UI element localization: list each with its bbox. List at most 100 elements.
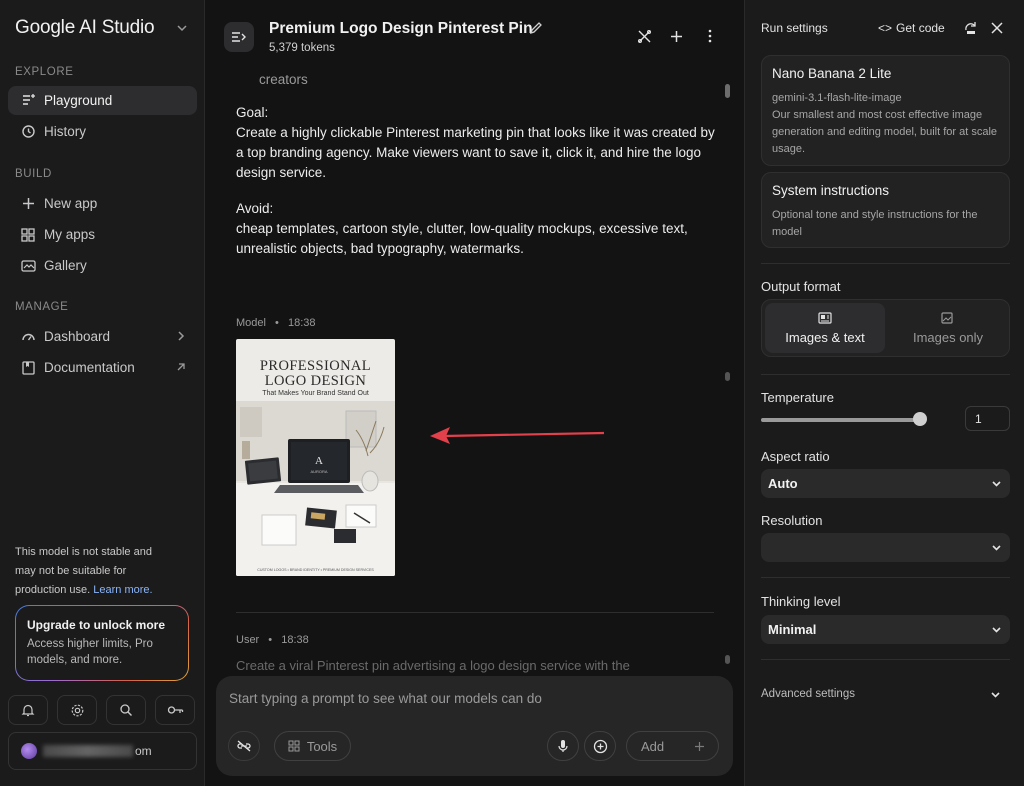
prompt-title[interactable]: Premium Logo Design Pinterest Pin: [269, 20, 533, 38]
aspect-ratio-select[interactable]: Auto: [761, 469, 1010, 498]
sidebar-item-gallery[interactable]: Gallery: [8, 251, 197, 280]
role-label: Model: [236, 317, 266, 329]
tools-label: Tools: [306, 738, 338, 754]
get-code-button[interactable]: <> Get code: [878, 21, 945, 35]
scrollbar-thumb-top[interactable]: [725, 84, 730, 98]
get-code-label: Get code: [896, 21, 945, 35]
images-only-option[interactable]: Images only: [888, 303, 1008, 353]
notifications-button[interactable]: [8, 695, 48, 725]
temperature-label: Temperature: [761, 390, 834, 405]
microphone-button[interactable]: [547, 731, 579, 761]
temperature-slider-track[interactable]: [761, 418, 919, 422]
upgrade-card[interactable]: Upgrade to unlock more Access higher lim…: [15, 605, 189, 681]
scrollbar-marker[interactable]: [725, 372, 730, 381]
panel-title: Run settings: [761, 21, 828, 35]
link-off-icon: [237, 740, 251, 752]
sidebar-item-playground[interactable]: Playground: [8, 86, 197, 115]
goal-text: Create a highly clickable Pinterest mark…: [236, 125, 715, 180]
section-label-build: BUILD: [15, 168, 52, 180]
sidebar-item-my-apps[interactable]: My apps: [8, 220, 197, 249]
image-text-icon: [818, 311, 832, 324]
toggle-sidebar-button[interactable]: [224, 22, 254, 52]
prompt-composer[interactable]: Start typing a prompt to see what our mo…: [216, 676, 733, 776]
apps-grid-icon: [20, 227, 36, 243]
divider: [761, 263, 1010, 264]
dashboard-icon: [20, 329, 36, 345]
new-chat-button[interactable]: [668, 28, 684, 44]
compare-mode-icon[interactable]: [963, 21, 979, 35]
system-instructions-card[interactable]: System instructions Optional tone and st…: [761, 172, 1010, 248]
microphone-icon: [558, 740, 568, 752]
pin-brand-letter: A: [315, 455, 323, 467]
key-icon: [167, 706, 183, 714]
avoid-label: Avoid:: [236, 201, 274, 216]
more-options-button[interactable]: [702, 28, 718, 44]
app-title[interactable]: Google AI Studio: [15, 17, 155, 39]
divider: [761, 577, 1010, 578]
sidebar-item-dashboard[interactable]: Dashboard: [8, 322, 197, 351]
add-button[interactable]: Add: [626, 731, 719, 761]
sidebar-item-documentation[interactable]: Documentation: [8, 353, 197, 382]
section-label-manage: MANAGE: [15, 301, 69, 313]
images-and-text-option[interactable]: Images & text: [765, 303, 885, 353]
divider: [761, 374, 1010, 375]
token-count: 5,379 tokens: [269, 42, 335, 54]
more-vertical-icon: [708, 29, 712, 43]
aspect-ratio-value: Auto: [768, 476, 798, 491]
learn-more-link[interactable]: Learn more.: [93, 584, 152, 596]
goal-label: Goal:: [236, 105, 269, 120]
image-icon: [941, 311, 955, 324]
model-message-meta: Model • 18:38: [236, 317, 316, 329]
gallery-icon: [20, 258, 36, 274]
settings-button[interactable]: [57, 695, 97, 725]
external-link-icon: [177, 363, 185, 371]
account-email-suffix: om: [135, 744, 152, 758]
avatar: [21, 743, 37, 759]
tools-cross-icon: [637, 29, 651, 43]
chevron-down-icon[interactable]: [990, 689, 1001, 700]
tools-button[interactable]: Tools: [274, 731, 351, 761]
sidebar-item-history[interactable]: History: [8, 117, 197, 146]
chevron-down-icon: [992, 481, 1001, 487]
chevron-down-icon: [992, 627, 1001, 633]
model-warning: This model is not stable and may not be …: [15, 543, 165, 600]
model-id: gemini-3.1-flash-lite-image: [772, 92, 902, 104]
search-button[interactable]: [106, 695, 146, 725]
advanced-settings-toggle[interactable]: Advanced settings: [761, 688, 855, 700]
scrollbar-marker[interactable]: [725, 655, 730, 664]
edit-pencil-icon[interactable]: [528, 20, 544, 36]
upgrade-title: Upgrade to unlock more: [27, 618, 166, 632]
account-button[interactable]: om: [8, 732, 197, 770]
temperature-slider-handle[interactable]: [913, 412, 927, 426]
sidebar-item-new-app[interactable]: New app: [8, 189, 197, 218]
chevron-down-icon[interactable]: [176, 22, 188, 34]
sidebar-item-label: Dashboard: [44, 329, 111, 344]
sidebar-item-label: Documentation: [44, 360, 135, 375]
system-instructions-title: System instructions: [772, 183, 890, 198]
chevron-down-icon: [992, 545, 1001, 551]
sidebar-item-label: Playground: [44, 93, 113, 108]
prompt-input[interactable]: Start typing a prompt to see what our mo…: [229, 691, 542, 706]
temperature-input[interactable]: 1: [965, 406, 1010, 431]
thinking-level-label: Thinking level: [761, 594, 841, 609]
close-icon[interactable]: [991, 22, 1003, 34]
divider: [761, 659, 1010, 660]
add-media-button[interactable]: [584, 731, 616, 761]
generated-image[interactable]: PROFESSIONAL LOGO DESIGN That Makes Your…: [236, 339, 395, 576]
thinking-level-select[interactable]: Minimal: [761, 615, 1010, 644]
plus-circle-icon: [593, 739, 607, 753]
timestamp: 18:38: [281, 634, 309, 646]
code-icon: <>: [878, 21, 893, 35]
pin-heading-line2: LOGO DESIGN: [264, 373, 367, 389]
sidebar-item-label: Gallery: [44, 258, 87, 273]
link-toggle-button[interactable]: [228, 731, 260, 761]
run-settings-panel: Run settings <> Get code Nano Banana 2 Li…: [744, 0, 1024, 786]
pin-brand-name: AURORA: [310, 469, 327, 474]
api-key-button[interactable]: [155, 695, 195, 725]
model-selector-card[interactable]: Nano Banana 2 Lite gemini-3.1-flash-lite…: [761, 55, 1010, 166]
account-email-redacted: [43, 745, 133, 757]
resolution-select[interactable]: [761, 533, 1010, 562]
message-divider: [236, 612, 714, 613]
plus-icon: [20, 196, 36, 212]
compare-button[interactable]: [636, 28, 652, 44]
